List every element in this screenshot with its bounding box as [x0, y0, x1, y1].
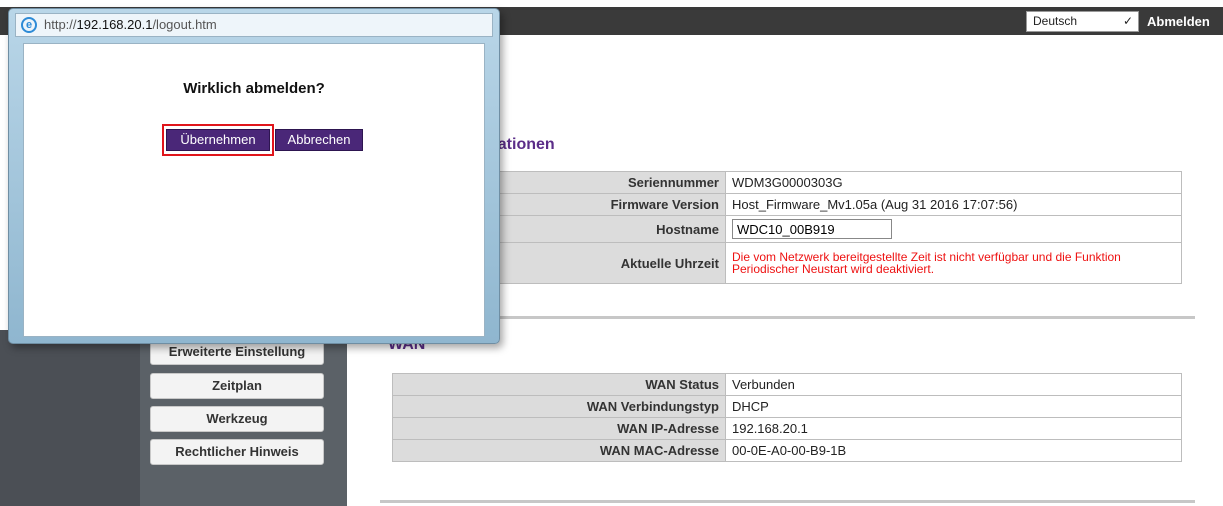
sidebar-item-legal-notice[interactable]: Rechtlicher Hinweis: [150, 439, 324, 465]
hostname-input[interactable]: [732, 219, 892, 239]
hostname-cell: [725, 215, 1182, 243]
sidebar-background: [0, 330, 140, 506]
firmware-value: Host_Firmware_Mv1.05a (Aug 31 2016 17:07…: [725, 193, 1182, 216]
info-table: Seriennummer WDM3G0000303G Firmware Vers…: [392, 171, 1182, 284]
table-row: Firmware Version Host_Firmware_Mv1.05a (…: [392, 193, 1182, 216]
address-url: http://192.168.20.1/logout.htm: [44, 14, 217, 36]
url-host: 192.168.20.1: [76, 17, 153, 32]
wan-type-value: DHCP: [725, 395, 1182, 418]
language-value: Deutsch: [1033, 14, 1078, 28]
address-bar: e http://192.168.20.1/logout.htm: [15, 13, 493, 37]
table-row: WAN Status Verbunden: [392, 373, 1182, 396]
cancel-button[interactable]: Abbrechen: [275, 129, 363, 151]
logout-question: Wirklich abmelden?: [183, 80, 325, 97]
table-row: WAN Verbindungstyp DHCP: [392, 395, 1182, 418]
wan-status-value: Verbunden: [725, 373, 1182, 396]
chevron-down-icon: ✓: [1122, 14, 1133, 28]
wan-ip-value: 192.168.20.1: [725, 417, 1182, 440]
confirm-button[interactable]: Übernehmen: [166, 129, 270, 151]
language-select[interactable]: Deutsch ✓: [1026, 11, 1139, 32]
wan-mac-value: 00-0E-A0-00-B9-1B: [725, 439, 1182, 462]
table-row: Aktuelle Uhrzeit Die vom Netzwerk bereit…: [392, 242, 1182, 284]
url-prefix: http://: [44, 17, 77, 32]
table-row: Hostname: [392, 215, 1182, 243]
table-row: WAN IP-Adresse 192.168.20.1: [392, 417, 1182, 440]
popup-body: Wirklich abmelden? Übernehmen Abbrechen: [23, 43, 485, 337]
table-row: Seriennummer WDM3G0000303G: [392, 171, 1182, 194]
wan-mac-label: WAN MAC-Adresse: [392, 439, 726, 462]
section-divider: [380, 316, 1195, 319]
logout-popup-window: e http://192.168.20.1/logout.htm Wirklic…: [8, 8, 500, 344]
sidebar-item-schedule[interactable]: Zeitplan: [150, 373, 324, 399]
logout-link[interactable]: Abmelden: [1147, 11, 1218, 32]
time-warning-text: Die vom Netzwerk bereitgestellte Zeit is…: [732, 250, 1121, 276]
section-divider: [380, 500, 1195, 503]
serial-value: WDM3G0000303G: [725, 171, 1182, 194]
table-row: WAN MAC-Adresse 00-0E-A0-00-B9-1B: [392, 439, 1182, 462]
ie-browser-icon: e: [21, 17, 37, 33]
wan-table: WAN Status Verbunden WAN Verbindungstyp …: [392, 373, 1182, 462]
wan-status-label: WAN Status: [392, 373, 726, 396]
current-time-cell: Die vom Netzwerk bereitgestellte Zeit is…: [725, 242, 1182, 284]
sidebar-item-tools[interactable]: Werkzeug: [150, 406, 324, 432]
wan-type-label: WAN Verbindungstyp: [392, 395, 726, 418]
url-path: /logout.htm: [152, 17, 217, 32]
wan-ip-label: WAN IP-Adresse: [392, 417, 726, 440]
